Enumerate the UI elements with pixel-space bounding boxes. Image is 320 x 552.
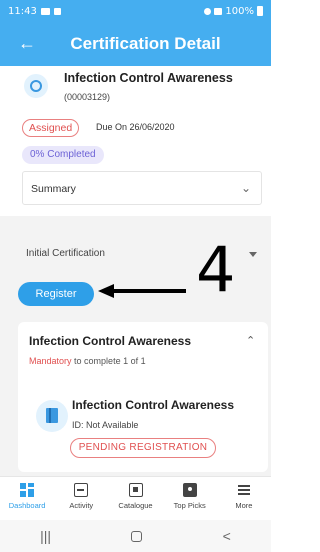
nav-dashboard[interactable]: Dashboard <box>0 477 54 520</box>
mandatory-label: Mandatory <box>29 356 72 366</box>
home-icon[interactable] <box>131 530 143 542</box>
due-date: Due On 26/06/2020 <box>96 122 175 132</box>
register-button[interactable]: Register <box>18 282 94 306</box>
course-header: Infection Control Awareness (00003129) A… <box>0 66 271 216</box>
nav-activity[interactable]: Activity <box>54 477 108 520</box>
nav-label-more: More <box>235 501 253 510</box>
signal-icon <box>214 7 223 15</box>
activity-icon <box>74 483 89 497</box>
status-badge: Assigned <box>22 119 80 137</box>
module-id: ID: Not Available <box>72 420 139 430</box>
gallery-notification-icon <box>40 7 50 15</box>
pending-registration-badge: PENDING REGISTRATION <box>70 438 216 458</box>
status-time: 11:43 <box>8 5 37 17</box>
progress-badge: 0% Completed <box>22 146 104 164</box>
battery-icon <box>257 6 263 16</box>
course-code: (00003129) <box>64 92 111 102</box>
session-card: Infection Control Awareness ⌃ Mandatory … <box>18 322 268 472</box>
annotation-number: 4 <box>196 233 236 306</box>
caret-down-icon[interactable] <box>249 252 257 257</box>
system-back-icon[interactable]: < <box>223 528 231 544</box>
battery-percent: 100% <box>225 5 254 17</box>
summary-dropdown[interactable]: Summary ⌄ <box>22 171 262 205</box>
chevron-down-icon: ⌄ <box>240 181 251 195</box>
page-title: Certification Detail <box>70 34 221 53</box>
top-picks-icon <box>182 483 197 497</box>
alarm-icon <box>204 7 212 15</box>
module-title[interactable]: Infection Control Awareness <box>72 398 234 412</box>
requirement-text: to complete 1 of 1 <box>74 356 146 366</box>
bottom-nav: Dashboard Activity Catalogue Top Picks M… <box>0 476 271 520</box>
catalogue-icon <box>128 483 143 497</box>
course-title: Infection Control Awareness <box>64 71 233 85</box>
nav-label-dashboard: Dashboard <box>8 501 46 510</box>
annotation-arrow-icon <box>98 284 186 298</box>
session-title: Infection Control Awareness <box>29 334 192 348</box>
dashboard-icon <box>20 483 35 497</box>
chevron-up-icon[interactable]: ⌃ <box>246 334 255 347</box>
menu-icon <box>237 483 251 497</box>
summary-label: Summary <box>31 183 76 195</box>
recents-icon[interactable]: ||| <box>40 528 51 544</box>
book-icon <box>36 400 68 432</box>
nav-label-catalogue: Catalogue <box>118 501 153 510</box>
nav-more[interactable]: More <box>217 477 271 520</box>
award-badge-icon <box>24 74 48 98</box>
app-bar: ← Certification Detail <box>0 22 271 66</box>
app-notification-icon <box>53 7 61 15</box>
status-bar: 11:43 100% <box>0 0 271 22</box>
session-requirement: Mandatory to complete 1 of 1 <box>29 356 146 366</box>
nav-catalogue[interactable]: Catalogue <box>108 477 162 520</box>
system-nav-bar: ||| < <box>0 520 271 552</box>
nav-label-top-picks: Top Picks <box>173 501 206 510</box>
nav-top-picks[interactable]: Top Picks <box>163 477 217 520</box>
nav-label-activity: Activity <box>69 501 94 510</box>
initial-certification-label[interactable]: Initial Certification <box>26 248 105 259</box>
